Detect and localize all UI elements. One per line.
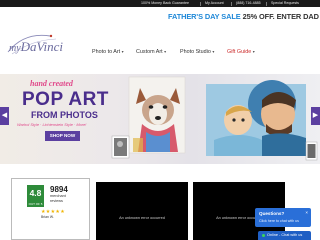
review-score: 4.8 [27,185,44,202]
shop-now-button[interactable]: SHOP NOW [45,131,80,141]
close-icon[interactable]: × [305,210,308,215]
nav-label: Photo to Art [92,49,121,55]
hero-styles: Warhol Style · Lichtenstein Style · More… [17,122,87,127]
money-back-link[interactable]: 100% Money Back Guarantee [141,0,189,7]
chat-title: Questions? [259,211,285,216]
nav-gift-guide[interactable]: Gift Guide ▾ [227,47,255,56]
logo-brand: DaVinci [20,39,64,54]
chat-status: Online - Chat with us [267,233,303,237]
review-count: 9894 [50,185,68,194]
review-out-of: OUT OF 5 [27,202,44,207]
star-icon: ★ [60,209,65,215]
promo-offer: 25% OFF. ENTER DAD AT CHECKOUT [242,12,320,21]
hero-kicker: hand created [30,79,73,88]
special-requests-link[interactable]: Special Requests [271,0,299,7]
chevron-right-icon[interactable]: ▶ [311,107,320,125]
chevron-down-icon: ▾ [212,49,215,54]
chevron-left-icon[interactable]: ◀ [0,107,9,125]
video-player[interactable]: An unknown error occurred [96,182,188,240]
phone-link[interactable]: (888) 716-4885 [236,0,261,7]
nav-label: Photo Studio [180,49,211,55]
page: 100% Money Back Guarantee My Account (88… [0,0,320,240]
my-account-link[interactable]: My Account [205,0,224,7]
divider [231,1,232,6]
chevron-down-icon: ▾ [252,49,255,54]
review-count-label-2: reviews [50,198,63,203]
promo-sale-name: FATHER'S DAY SALE [168,12,241,21]
merchant-review-widget[interactable]: 4.8 OUT OF 5 9894 merchant reviews ★★★★★ … [11,178,90,240]
chat-launcher[interactable]: Online - Chat with us [258,231,311,240]
review-count-label-1: merchant [50,194,66,198]
divider [266,1,267,6]
hero-banner[interactable]: ◀ ▶ hand created POP ART FROM PHOTOS War… [0,74,320,164]
nav-label: Custom Art [136,49,163,55]
promo-banner[interactable]: FATHER'S DAY SALE 25% OFF. ENTER DAD AT … [168,12,320,22]
nav-label: Gift Guide [227,49,252,55]
site-logo[interactable]: myDaVinci [4,30,64,60]
video-error-text: An unknown error occurred [119,216,165,220]
logo-text: myDaVinci [9,39,63,55]
logo-prefix: my [9,43,21,54]
hero-subhead: FROM PHOTOS [31,110,98,120]
review-count-label: merchant reviews [50,194,66,203]
reviewer-name: Brian W. [41,215,54,219]
utility-bar: 100% Money Back Guarantee My Account (88… [0,0,320,7]
hero-headline: POP ART [22,89,109,110]
chat-prompt-bubble[interactable]: Questions? Click here to chat with us × [255,208,311,227]
online-status-icon [262,234,265,237]
chat-subtitle: Click here to chat with us [259,219,299,223]
chevron-down-icon: ▾ [164,49,167,54]
divider [200,1,201,6]
nav-photo-studio[interactable]: Photo Studio ▾ [180,47,214,56]
chevron-down-icon: ▾ [121,49,124,54]
nav-photo-to-art[interactable]: Photo to Art ▾ [92,47,124,56]
nav-custom-art[interactable]: Custom Art ▾ [136,47,166,56]
